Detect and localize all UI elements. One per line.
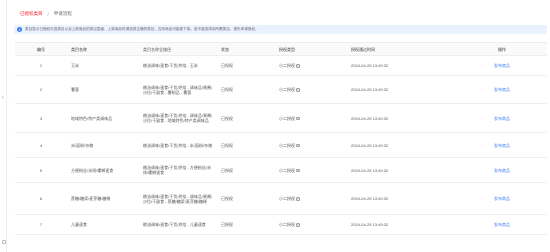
cell-path: 粮油调味/速食/干货/烘焙 - 调味品/果酱/沙拉/干副食 - 薯制品 - 薯蓉 [139, 75, 217, 104]
header-path: 类目名称全路径 [139, 42, 217, 56]
cell-time: 2024-04-25 13:49:32 [347, 103, 457, 133]
cell-status: 已授权 [217, 132, 275, 158]
main-panel: 已授权类目 / 申请流程 i 类目显示已授权可选类目以及上架商品的类目层级，上架… [7, 0, 550, 252]
header-status: 状态 [217, 42, 275, 56]
cell-op: 发布商品 [457, 132, 547, 158]
type-label: 小二授权 [279, 222, 295, 227]
cell-path: 粮油调味/速食/干货/烘焙 - 调味品/果酱/沙拉/干副食 - 地域特色/特产类… [139, 103, 217, 133]
cell-name: 地域特色/特产类调味品 [67, 103, 139, 133]
publish-goods-link[interactable]: 发布商品 [494, 143, 510, 148]
table-row: 2 薯蓉 粮油调味/速食/干货/烘焙 - 调味品/果酱/沙拉/干副食 - 薯制品… [15, 75, 547, 104]
cell-path: 粮油调味/速食/干货/烘焙 - 方便粉丝/米线/螺蛳速食 [139, 157, 217, 183]
type-label: 小二授权 [279, 87, 295, 92]
publish-goods-link[interactable]: 发布商品 [494, 63, 510, 68]
publish-goods-link[interactable]: 发布商品 [494, 116, 510, 121]
breadcrumb-link[interactable]: 已授权类目 [20, 11, 43, 17]
header-op: 操作 [457, 42, 547, 56]
info-icon: i [17, 27, 22, 32]
cell-type: 小二授权? [275, 103, 347, 133]
cell-path: 粮油调味/速食/干货/烘焙 - 儿童速食 [139, 214, 217, 235]
cell-type: 小二授权? [275, 75, 347, 104]
help-icon[interactable]: ? [296, 223, 300, 227]
cell-path: 粮油调味/速食/干货/烘焙 - 调味品/果酱/沙拉/干副食 - 蔗糖/糖浆/麦芽… [139, 182, 217, 215]
cell-status: 已授权 [217, 103, 275, 133]
cell-name: 儿童速食 [67, 214, 139, 235]
type-label: 小二授权 [279, 167, 295, 173]
cell-type: 小二授权? [275, 132, 347, 158]
table-row: 5 方便粉丝/米线/螺蛳速食 粮油调味/速食/干货/烘焙 - 方便粉丝/米线/螺… [15, 157, 547, 183]
cell-num: 5 [15, 157, 67, 183]
header-num: 编号 [15, 42, 67, 56]
cell-num: 4 [15, 132, 67, 158]
header-time: 授权通过时间 [347, 42, 457, 56]
cell-op: 发布商品 [457, 55, 547, 76]
header-type: 授权类型 [275, 42, 347, 56]
cell-status: 已授权 [217, 55, 275, 76]
table-row: 4 米/面粉/杂粮 粮油调味/速食/干货/烘焙 - 米/面粉/杂粮 已授权 小二… [15, 132, 547, 158]
header-name: 类目名称 [67, 42, 139, 56]
cell-status: 已授权 [217, 214, 275, 235]
side-nav-strip: ‹ [0, 0, 7, 252]
cell-num: 1 [15, 55, 67, 76]
publish-goods-link[interactable]: 发布商品 [494, 168, 510, 173]
breadcrumb: 已授权类目 / 申请流程 [20, 10, 72, 18]
notice-bar: i 类目显示已授权可选类目以及上架商品的类目层级，上架商品时请选择正确的类目，否… [14, 25, 547, 34]
cell-num: 3 [15, 103, 67, 133]
type-label: 小二授权 [279, 196, 295, 201]
cell-time: 2024-04-25 13:49:32 [347, 132, 457, 158]
help-icon[interactable]: ? [296, 197, 300, 201]
table-row: 3 地域特色/特产类调味品 粮油调味/速食/干货/烘焙 - 调味品/果酱/沙拉/… [15, 103, 547, 133]
cell-status: 已授权 [217, 75, 275, 104]
collapse-handle-icon[interactable]: ‹ [2, 95, 4, 101]
cell-name: 薯蓉 [67, 75, 139, 104]
cell-op: 发布商品 [457, 75, 547, 104]
cell-status: 已授权 [217, 157, 275, 183]
help-icon[interactable]: ? [296, 88, 300, 92]
nav-toggle-icon[interactable] [2, 240, 6, 244]
cell-path: 粮油调味/速食/干货/烘焙 - 米/面粉/杂粮 [139, 132, 217, 158]
cell-op: 发布商品 [457, 182, 547, 215]
notice-text: 类目显示已授权可选类目以及上架商品的类目层级，上架商品时请选择正确的类目，否则商… [25, 27, 259, 31]
cell-status: 已授权 [217, 182, 275, 215]
cell-time: 2024-04-25 13:49:32 [347, 157, 457, 183]
type-label: 小二授权 [279, 142, 295, 148]
help-icon[interactable]: ? [296, 168, 300, 173]
cell-type: 小二授权? [275, 214, 347, 235]
table-row: 7 儿童速食 粮油调味/速食/干货/烘焙 - 儿童速食 已授权 小二授权? 20… [15, 214, 547, 235]
breadcrumb-current: 申请流程 [53, 11, 72, 16]
cell-type: 小二授权? [275, 157, 347, 183]
cell-time: 2024-04-25 13:49:32 [347, 182, 457, 215]
table-row: 1 玉米 粮油调味/速食/干货/烘焙 - 玉米 已授权 小二授权? 2024-0… [15, 55, 547, 76]
table-row: 6 蔗糖/糖浆/麦芽糖/糖稀 粮油调味/速食/干货/烘焙 - 调味品/果酱/沙拉… [15, 182, 547, 215]
cell-op: 发布商品 [457, 214, 547, 235]
type-label: 小二授权 [279, 63, 295, 68]
cell-type: 小二授权? [275, 55, 347, 76]
breadcrumb-separator: / [47, 11, 49, 17]
cell-num: 7 [15, 214, 67, 235]
cell-time: 2024-04-25 13:49:32 [347, 55, 457, 76]
help-icon[interactable]: ? [296, 116, 300, 121]
cell-path: 粮油调味/速食/干货/烘焙 - 玉米 [139, 55, 217, 76]
cell-op: 发布商品 [457, 157, 547, 183]
type-label: 小二授权 [279, 115, 295, 121]
cell-name: 米/面粉/杂粮 [67, 132, 139, 158]
cell-time: 2024-04-25 13:49:32 [347, 75, 457, 104]
cell-op: 发布商品 [457, 103, 547, 133]
table-header-row: 编号 类目名称 类目名称全路径 状态 授权类型 授权通过时间 操作 [15, 42, 547, 56]
cell-name: 方便粉丝/米线/螺蛳速食 [67, 157, 139, 183]
cell-num: 6 [15, 182, 67, 215]
cell-name: 蔗糖/糖浆/麦芽糖/糖稀 [67, 182, 139, 215]
publish-goods-link[interactable]: 发布商品 [494, 196, 510, 201]
cell-name: 玉米 [67, 55, 139, 76]
cell-type: 小二授权? [275, 182, 347, 215]
help-icon[interactable]: ? [296, 64, 300, 68]
publish-goods-link[interactable]: 发布商品 [494, 222, 510, 227]
category-table: 编号 类目名称 类目名称全路径 状态 授权类型 授权通过时间 操作 1 玉米 粮… [15, 42, 547, 235]
publish-goods-link[interactable]: 发布商品 [494, 87, 510, 92]
cell-time: 2024-04-25 13:49:32 [347, 214, 457, 235]
cell-num: 2 [15, 75, 67, 104]
help-icon[interactable]: ? [296, 143, 300, 148]
